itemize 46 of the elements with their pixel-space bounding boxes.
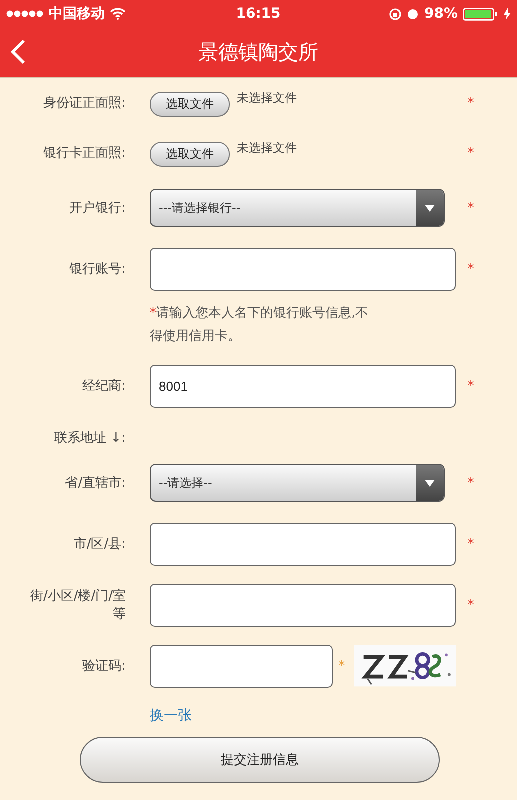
file-status: 未选择文件 [237, 140, 297, 156]
signal-icon [6, 10, 44, 18]
section-label: 联系地址 ↓: [54, 430, 127, 447]
input-field[interactable] [150, 248, 456, 290]
battery-percent: 98% [424, 6, 458, 22]
field-label: 开户银行: [68, 200, 127, 217]
field-label: 身份证正面照: [42, 95, 127, 112]
input-field[interactable] [150, 522, 456, 566]
dropdown[interactable]: --请选择-- [150, 464, 445, 502]
choose-file-button[interactable]: 选取文件 [150, 92, 230, 116]
required-mark: * [338, 658, 346, 674]
charging-icon [504, 8, 511, 20]
file-status: 未选择文件 [237, 90, 297, 106]
caret-icon [425, 204, 435, 212]
carrier-name: 中国移动 [49, 5, 105, 23]
caret-icon [425, 480, 435, 486]
field-label: 银行账号: [68, 261, 127, 278]
captcha-field[interactable] [150, 644, 333, 688]
required-mark: * [466, 378, 476, 394]
input-field[interactable]: 8001 [150, 364, 456, 408]
field-label: 市/区/县: [72, 536, 127, 553]
required-mark: * [466, 476, 476, 490]
field-label: 省/直辖市: [64, 475, 127, 492]
required-mark: * [466, 96, 476, 110]
choose-file-button[interactable]: 选取文件 [150, 142, 230, 166]
required-mark: * [466, 146, 476, 160]
field-label: 银行卡正面照: [42, 145, 127, 162]
hint-text: *请输入您本人名下的银行账号信息,不得使用信用卡。 [150, 305, 370, 346]
input-field[interactable] [150, 584, 456, 626]
rotation-lock-icon [389, 8, 402, 20]
dropdown[interactable]: ---请选择银行-- [150, 189, 445, 227]
required-mark: * [466, 536, 476, 552]
required-mark: * [466, 598, 476, 612]
battery-icon [463, 8, 499, 20]
page-title: 景德镇陶交所 [198, 39, 318, 66]
change-captcha-link[interactable]: 换一张 [150, 707, 192, 725]
required-mark: * [466, 200, 476, 216]
field-label: 经纪商: [82, 378, 127, 395]
field-label: 验证码: [82, 658, 127, 675]
clock-time: 16:15 [236, 6, 281, 22]
required-mark: * [466, 262, 476, 276]
wifi-icon [110, 8, 126, 20]
field-label: 街/小区/楼/门/室等 [29, 588, 127, 623]
back-button[interactable] [10, 39, 26, 65]
submit-button[interactable]: 提交注册信息 [80, 737, 440, 783]
alarm-icon [407, 8, 420, 20]
